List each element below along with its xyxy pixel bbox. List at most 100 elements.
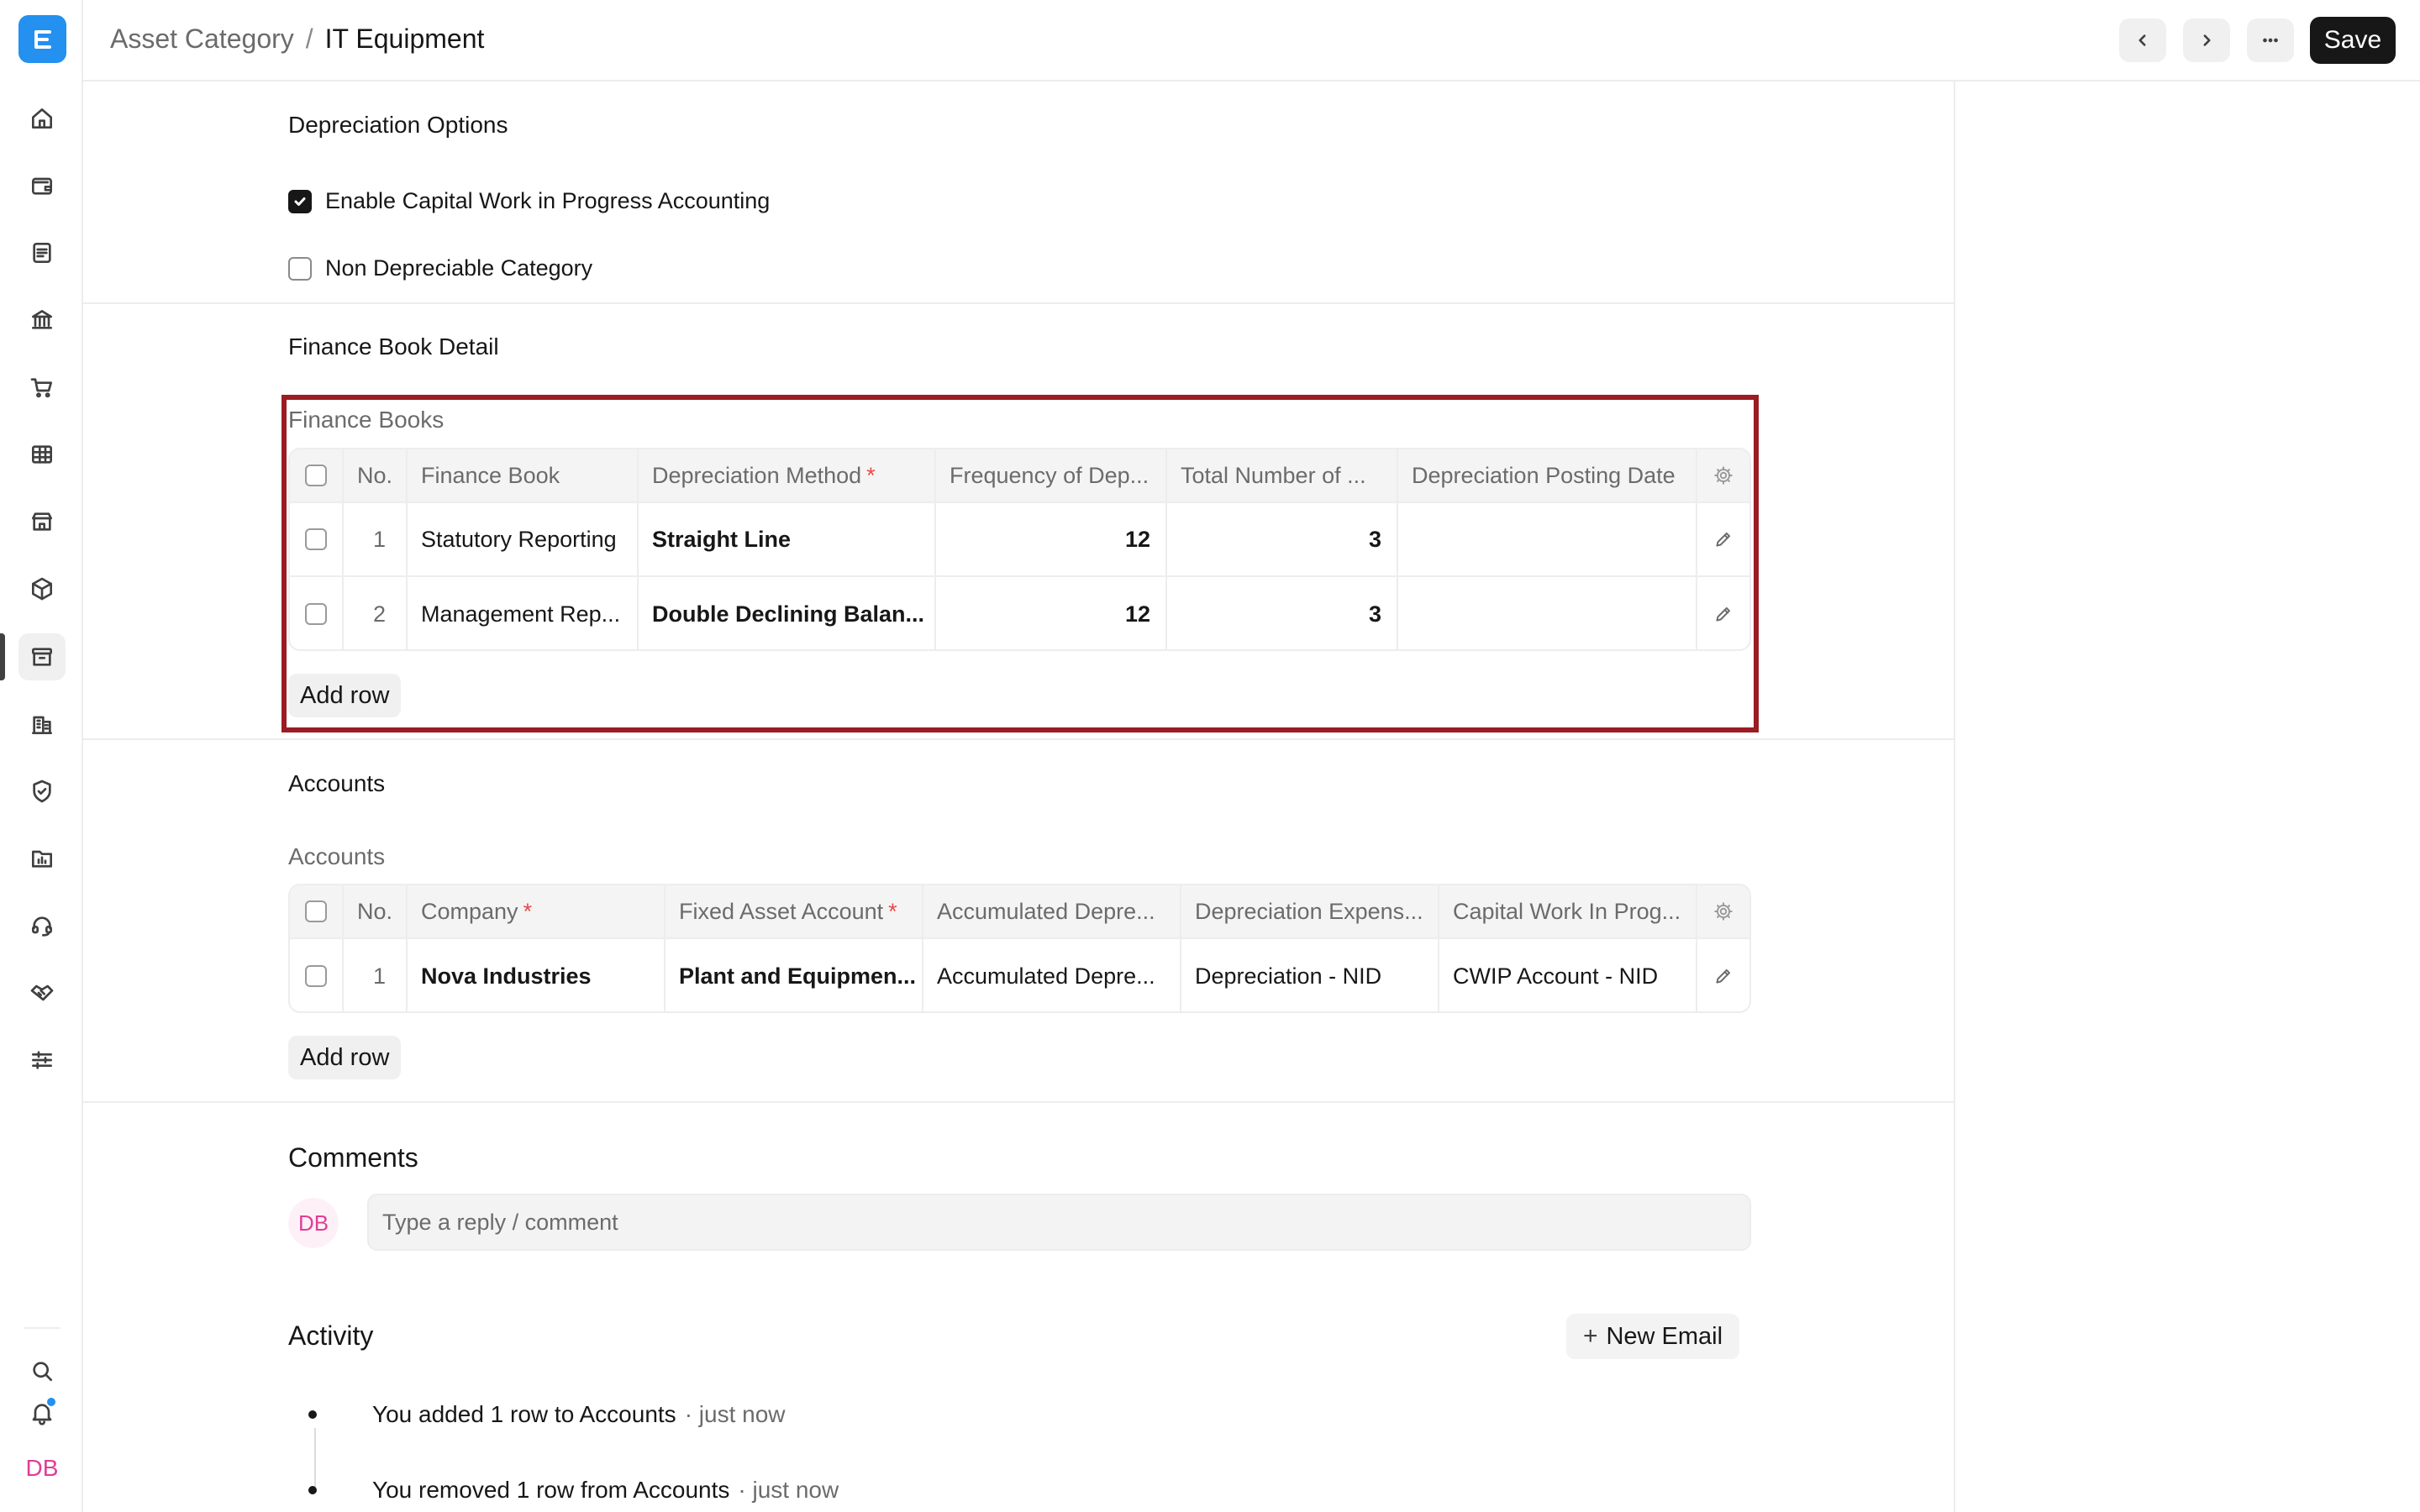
page-title: IT Equipment <box>324 24 485 54</box>
sidebar-package-icon[interactable] <box>18 565 66 612</box>
sidebar-building-icon[interactable] <box>18 701 66 748</box>
column-header-frequency[interactable]: Frequency of Dep... <box>936 449 1167 501</box>
next-record-button[interactable] <box>2183 18 2230 62</box>
finance-book-cell[interactable]: Statutory Reporting <box>408 503 639 575</box>
depreciation-method-cell[interactable]: Straight Line <box>639 503 936 575</box>
pencil-icon <box>1716 532 1731 547</box>
breadcrumb-parent-link[interactable]: Asset Category <box>110 24 294 55</box>
fixed-asset-account-cell[interactable]: Plant and Equipmen... <box>666 939 923 1011</box>
table-row[interactable]: 1 Nova Industries Plant and Equipmen... … <box>290 939 1749 1011</box>
row-select-checkbox[interactable] <box>305 965 327 987</box>
notification-bell-icon[interactable] <box>18 1389 66 1436</box>
sidebar-document-icon[interactable] <box>18 229 66 276</box>
plus-icon: + <box>1582 1322 1598 1350</box>
finance-book-cell[interactable]: Management Rep... <box>408 577 639 649</box>
save-button[interactable]: Save <box>2310 17 2396 64</box>
edit-row-button[interactable] <box>1697 939 1749 1011</box>
sidebar-table-icon[interactable] <box>18 431 66 478</box>
total-number-cell[interactable]: 3 <box>1167 577 1398 649</box>
column-header-depreciation-expense[interactable]: Depreciation Expens... <box>1181 885 1439 937</box>
sidebar-bank-icon[interactable] <box>18 297 66 344</box>
required-marker: * <box>866 462 876 488</box>
breadcrumb: Asset Category / IT Equipment <box>110 24 484 55</box>
row-select-checkbox[interactable] <box>305 528 327 550</box>
more-actions-button[interactable] <box>2247 18 2294 62</box>
select-all-cell <box>290 449 344 501</box>
finance-books-table: No. Finance Book Depreciation Method * Fr… <box>288 448 1751 651</box>
new-email-button[interactable]: + New Email <box>1566 1314 1739 1359</box>
chevron-left-icon <box>2139 34 2146 46</box>
depreciation-expense-cell[interactable]: Depreciation - NID <box>1181 939 1439 1011</box>
frequency-cell[interactable]: 12 <box>936 577 1167 649</box>
select-all-checkbox[interactable] <box>305 465 327 486</box>
sidebar-folder-chart-icon[interactable] <box>18 835 66 882</box>
column-header-finance-book[interactable]: Finance Book <box>408 449 639 501</box>
sidebar-sliders-icon[interactable] <box>18 1037 66 1084</box>
row-number: 1 <box>344 939 408 1011</box>
sidebar-store-icon[interactable] <box>18 498 66 545</box>
accumulated-depreciation-cell[interactable]: Accumulated Depre... <box>923 939 1181 1011</box>
main-content-border <box>1954 81 1955 1512</box>
sidebar-archive-icon[interactable] <box>18 633 66 680</box>
sidebar-cart-icon[interactable] <box>18 364 66 411</box>
sidebar: DB <box>0 0 83 1512</box>
activity-time: · just now <box>684 1401 786 1427</box>
edit-row-button[interactable] <box>1697 577 1749 649</box>
cwip-accounting-label: Enable Capital Work in Progress Accounti… <box>325 188 771 213</box>
accounts-add-row-button[interactable]: Add row <box>288 1036 402 1079</box>
depreciation-method-cell[interactable]: Double Declining Balan... <box>639 577 936 649</box>
column-header-no: No. <box>344 449 408 501</box>
app-logo[interactable] <box>18 15 66 63</box>
sidebar-wallet-icon[interactable] <box>18 162 66 209</box>
total-number-cell[interactable]: 3 <box>1167 503 1398 575</box>
sidebar-shield-check-icon[interactable] <box>18 768 66 815</box>
sidebar-handshake-icon[interactable] <box>18 969 66 1016</box>
non-depreciable-checkbox[interactable] <box>288 256 312 281</box>
column-settings-button[interactable] <box>1697 449 1749 501</box>
required-marker: * <box>523 898 533 924</box>
cwip-accounting-checkbox[interactable] <box>288 189 312 213</box>
search-icon[interactable] <box>18 1347 66 1394</box>
column-header-accumulated-depreciation[interactable]: Accumulated Depre... <box>923 885 1181 937</box>
notification-dot <box>45 1396 57 1408</box>
table-row[interactable]: 2 Management Rep... Double Declining Bal… <box>290 577 1749 649</box>
accounts-section-title: Accounts <box>288 770 386 796</box>
column-header-depreciation-method[interactable]: Depreciation Method * <box>639 449 936 501</box>
new-email-label: New Email <box>1606 1322 1723 1350</box>
column-header-depreciation-method-label: Depreciation Method <box>652 462 862 488</box>
select-all-checkbox[interactable] <box>305 900 327 922</box>
finance-book-detail-title: Finance Book Detail <box>288 333 499 360</box>
comment-input[interactable]: Type a reply / comment <box>367 1194 1751 1251</box>
posting-date-cell[interactable] <box>1398 577 1697 649</box>
sidebar-headset-icon[interactable] <box>18 902 66 949</box>
row-select-cell <box>290 577 344 649</box>
column-header-company[interactable]: Company * <box>408 885 666 937</box>
sidebar-divider <box>24 1327 60 1329</box>
column-header-total-number[interactable]: Total Number of ... <box>1167 449 1398 501</box>
column-settings-button[interactable] <box>1697 885 1749 937</box>
column-header-fixed-asset-account-label: Fixed Asset Account <box>679 898 884 924</box>
active-nav-indicator <box>0 633 5 680</box>
activity-time: · just now <box>738 1477 839 1503</box>
table-row[interactable]: 1 Statutory Reporting Straight Line 12 3 <box>290 503 1749 577</box>
activity-text: You added 1 row to Accounts <box>372 1401 676 1427</box>
breadcrumb-separator: / <box>305 24 313 54</box>
row-select-checkbox[interactable] <box>305 603 327 625</box>
posting-date-cell[interactable] <box>1398 503 1697 575</box>
frequency-cell[interactable]: 12 <box>936 503 1167 575</box>
cwip-account-cell[interactable]: CWIP Account - NID <box>1439 939 1697 1011</box>
finance-books-add-row-button[interactable]: Add row <box>288 674 402 717</box>
column-header-posting-date[interactable]: Depreciation Posting Date <box>1398 449 1697 501</box>
section-divider <box>83 1101 1955 1103</box>
sidebar-home-icon[interactable] <box>18 95 66 142</box>
column-header-cwip-account[interactable]: Capital Work In Prog... <box>1439 885 1697 937</box>
company-cell[interactable]: Nova Industries <box>408 939 666 1011</box>
user-avatar[interactable]: DB <box>18 1445 66 1492</box>
chevron-right-icon <box>2203 34 2211 46</box>
cwip-accounting-checkbox-row[interactable]: Enable Capital Work in Progress Accounti… <box>288 188 770 214</box>
previous-record-button[interactable] <box>2119 18 2166 62</box>
column-header-fixed-asset-account[interactable]: Fixed Asset Account * <box>666 885 923 937</box>
edit-row-button[interactable] <box>1697 503 1749 575</box>
activity-text: You removed 1 row from Accounts <box>372 1477 730 1503</box>
non-depreciable-checkbox-row[interactable]: Non Depreciable Category <box>288 255 592 281</box>
